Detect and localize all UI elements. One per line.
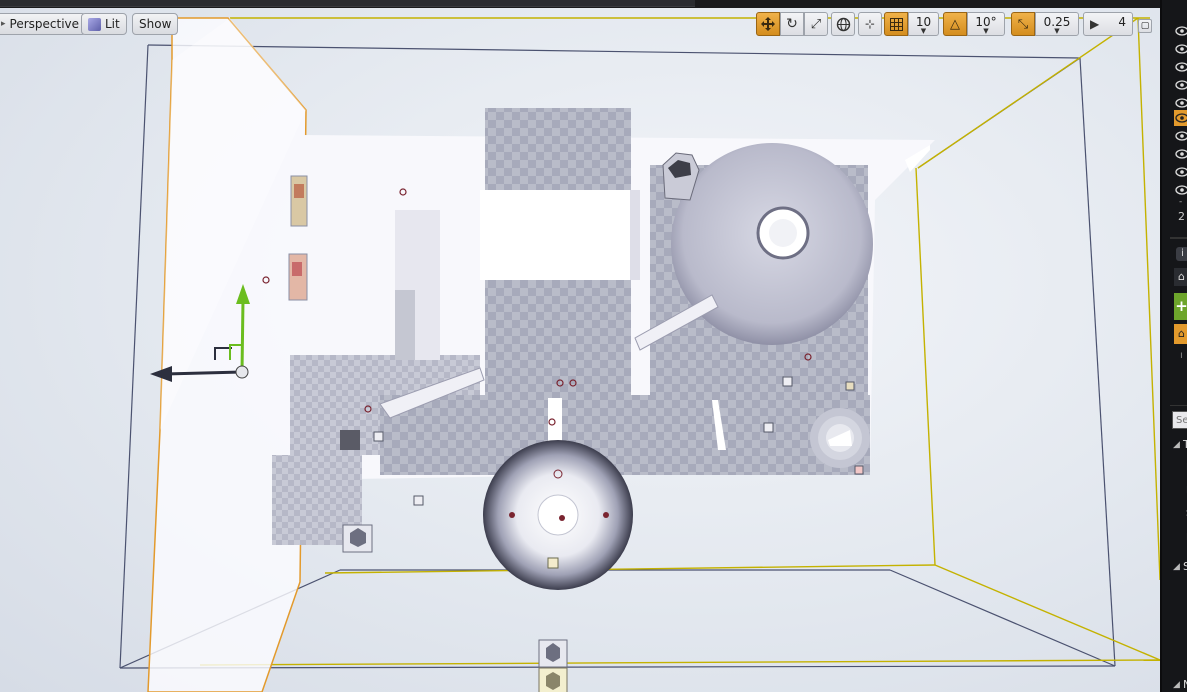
surface-snap-button[interactable]: ⊹ xyxy=(858,12,882,36)
visibility-eye-icon[interactable] xyxy=(1175,44,1187,54)
rotate-icon: ↻ xyxy=(786,16,798,32)
item-count: 2 xyxy=(1178,210,1185,223)
chevron-down-icon: ◢ xyxy=(1173,562,1180,572)
maximize-icon: ▢ xyxy=(1140,21,1150,31)
chevron-down-icon: ◢ xyxy=(1173,680,1180,690)
editor-tab-strip xyxy=(0,0,1160,8)
rotate-tool-button[interactable]: ↻ xyxy=(780,12,804,36)
wheel[interactable] xyxy=(483,440,633,590)
section-static-mesh-label[interactable]: S xyxy=(1183,560,1187,573)
move-icon xyxy=(761,17,775,31)
cube-icon xyxy=(88,17,101,31)
visibility-eye-icon[interactable] xyxy=(1175,98,1187,108)
visibility-eye-icon[interactable] xyxy=(1175,26,1187,36)
camera-speed-button[interactable]: ▶ 4 xyxy=(1083,12,1133,36)
camera-icon: ▶ xyxy=(1090,17,1100,31)
lit-button[interactable]: Lit xyxy=(81,13,127,35)
level-viewport[interactable]: ▸ Perspective Lit Show ↻ ⤢ ⊹ 10 ▼ △ 10° … xyxy=(0,8,1160,692)
level-tab[interactable] xyxy=(0,0,695,7)
info-icon[interactable]: i xyxy=(1176,247,1187,261)
show-button[interactable]: Show xyxy=(132,13,179,35)
chevron-down-icon: ▸ xyxy=(1,19,6,29)
poster-1 xyxy=(290,175,308,227)
visibility-eye-icon[interactable] xyxy=(1175,113,1187,123)
scale-arrow-icon: ⤡ xyxy=(1017,16,1029,32)
globe-icon xyxy=(836,17,850,31)
scale-icon: ⤢ xyxy=(810,16,822,32)
scale-snap-toggle[interactable]: ⤡ xyxy=(1011,12,1035,36)
chevron-down-icon: ▼ xyxy=(920,27,927,35)
chevron-down-icon: ◢ xyxy=(1173,440,1180,450)
grid-snap-value[interactable]: 10 ▼ xyxy=(908,12,939,36)
lock-icon: ı xyxy=(1180,350,1183,361)
angle-icon: △ xyxy=(950,16,960,32)
visibility-eye-icon[interactable] xyxy=(1175,149,1187,159)
visibility-eye-icon[interactable] xyxy=(1175,131,1187,141)
visibility-eye-icon[interactable] xyxy=(1175,167,1187,177)
chevron-down-icon: ▼ xyxy=(1054,27,1060,35)
add-component-button[interactable]: + xyxy=(1174,293,1187,320)
chevron-down-icon: ▼ xyxy=(983,27,989,35)
visibility-eye-icon[interactable] xyxy=(1175,185,1187,195)
rotation-snap-toggle[interactable]: △ xyxy=(943,12,967,36)
perspective-button[interactable]: ▸ Perspective xyxy=(0,13,87,35)
world-local-button[interactable] xyxy=(831,12,855,36)
scale-tool-button[interactable]: ⤢ xyxy=(804,12,828,36)
home-icon[interactable]: ⌂ xyxy=(1174,324,1187,344)
scene-canvas[interactable] xyxy=(0,8,1160,692)
grid-icon xyxy=(889,17,903,31)
panel-divider xyxy=(1170,405,1187,406)
scale-snap-value[interactable]: 0.25 ▼ xyxy=(1035,12,1079,36)
translate-tool-button[interactable] xyxy=(756,12,780,36)
maximize-viewport-button[interactable]: ▢ xyxy=(1138,19,1152,33)
poster-2 xyxy=(288,253,308,301)
section-n-label[interactable]: N xyxy=(1183,678,1187,691)
visibility-eye-icon[interactable] xyxy=(1175,80,1187,90)
spiral-dish[interactable] xyxy=(810,408,870,468)
surface-snap-icon: ⊹ xyxy=(864,17,876,31)
section-transform-label[interactable]: T xyxy=(1183,438,1187,451)
outliner-panel: - 2 i ⌂ + ⌂ ı ◢ T L F S N ◢ S ◢ N xyxy=(1160,0,1187,692)
dash-mark: - xyxy=(1179,197,1183,207)
home-icon[interactable]: ⌂ xyxy=(1174,268,1187,286)
visibility-eye-icon[interactable] xyxy=(1175,62,1187,72)
checker-floor xyxy=(380,395,870,475)
details-search-input[interactable] xyxy=(1172,411,1187,429)
rotation-snap-value[interactable]: 10° ▼ xyxy=(967,12,1005,36)
grid-snap-toggle[interactable] xyxy=(884,12,908,36)
panel-divider xyxy=(1170,237,1187,239)
